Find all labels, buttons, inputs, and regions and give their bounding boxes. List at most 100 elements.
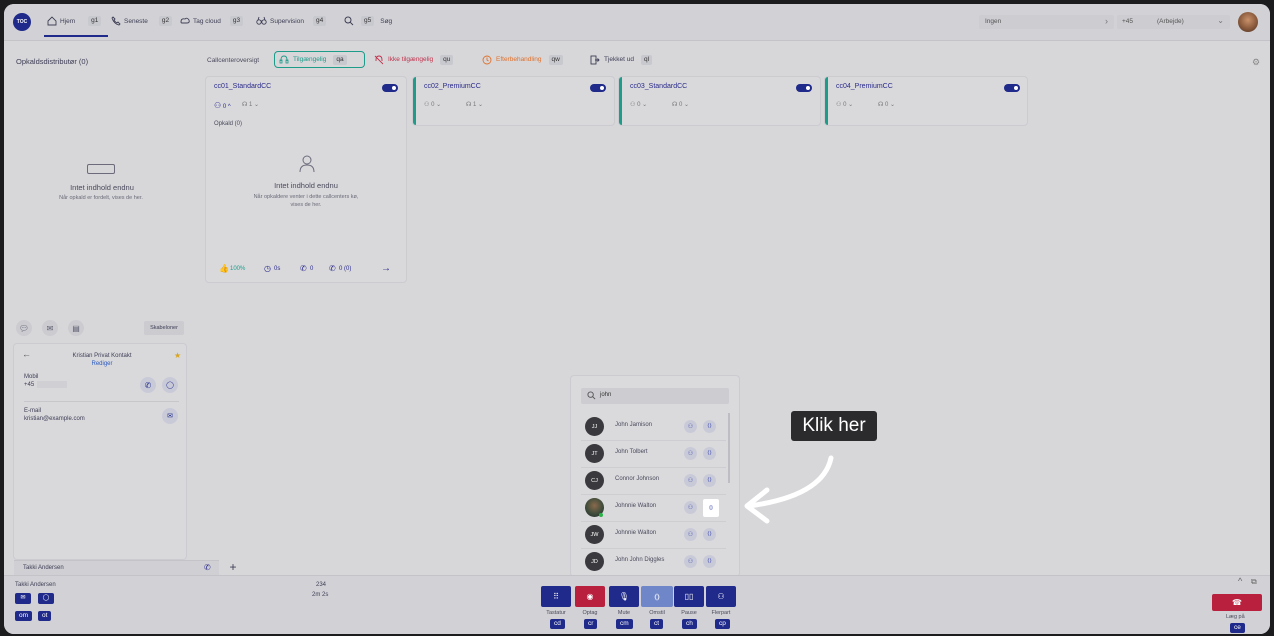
chat-icon: ◯ <box>166 382 174 389</box>
nav-search[interactable]: g5 Søg <box>344 14 392 28</box>
filter-unavailable[interactable]: Ikke tilgængelig qu <box>370 51 473 68</box>
transfer-blind-button[interactable]: ⦅⦆ <box>703 528 716 541</box>
nav-recent[interactable]: Seneste g2 <box>111 14 173 28</box>
collapse-chevron-icon[interactable]: ^ <box>1238 576 1242 586</box>
online-status-dot <box>599 513 603 517</box>
transfer-attended-button[interactable]: ⚇ <box>684 447 697 460</box>
transfer-attended-button[interactable]: ⚇ <box>684 501 697 514</box>
callcenter-card[interactable]: cc01_StandardCC ⚇ 0 ^ ☊ 1 ⌄ Opkald (0) I… <box>206 77 406 282</box>
status-select[interactable]: Ingen › <box>979 15 1114 29</box>
shortcut-key: cp <box>715 619 730 629</box>
callcenter-name: cc04_PremiumCC <box>836 83 893 90</box>
transfer-label: Omstil <box>649 610 665 616</box>
person-transfer-icon: ⚇ <box>687 478 694 484</box>
user-avatar[interactable] <box>1238 12 1258 32</box>
person-icon: ⚇ <box>630 102 636 108</box>
person-transfer-icon: ⚇ <box>687 424 694 430</box>
record-icon: ◉ <box>586 592 594 601</box>
transfer-icon: ⦅⦆ <box>707 558 712 564</box>
nav-supervision[interactable]: Supervision g4 <box>256 14 327 28</box>
filter-available[interactable]: Tilgængelig qa <box>274 51 365 68</box>
filter-checked-out[interactable]: Tjekket ud ql <box>586 51 674 68</box>
list-item[interactable]: JT John Tolbert ⚇ ⦅⦆ <box>581 440 726 468</box>
transfer-attended-button[interactable]: ⚇ <box>684 555 697 568</box>
callcenter-card[interactable]: cc03_StandardCC ⚇ 0 ⌄ ☊ 0 ⌄ <box>619 77 820 125</box>
home-icon <box>47 16 57 26</box>
transfer-blind-button[interactable]: ⦅⦆ <box>703 420 716 433</box>
templates-button[interactable]: Skabeloner <box>144 321 184 335</box>
search-scrollbar[interactable] <box>728 413 730 483</box>
callcenter-toggle[interactable] <box>382 84 398 92</box>
hangup-button[interactable]: ☎ <box>1212 594 1262 611</box>
contact-name: Johnnie Walton <box>615 530 657 536</box>
mute-button[interactable]: 🎙︎ <box>609 586 639 607</box>
favorite-star-icon[interactable]: ★ <box>174 351 181 360</box>
transfer-blind-button[interactable]: ⦅⦆ <box>703 447 716 460</box>
call-mobile-button[interactable]: ✆ <box>140 377 156 393</box>
person-icon: ⚇ <box>836 102 842 108</box>
agents-count-value: 0 <box>431 102 435 108</box>
shortcut-key: g4 <box>312 16 327 26</box>
callcenter-card[interactable]: cc02_PremiumCC ⚇ 0 ⌄ ☊ 1 ⌄ <box>413 77 614 125</box>
list-item[interactable]: Johnnie Walton ⚇ ⦅⦆ <box>581 494 726 522</box>
hangup-icon: ☎ <box>1232 598 1242 607</box>
person-transfer-icon: ⚇ <box>687 451 694 457</box>
chat-button[interactable]: 💬︎ <box>16 320 32 336</box>
person-transfer-icon: ⚇ <box>687 505 694 511</box>
callcenter-toggle[interactable] <box>1004 84 1020 92</box>
send-email-button[interactable]: ✉ <box>162 408 178 424</box>
headset-icon: ☊ <box>878 102 884 108</box>
filter-aftercall[interactable]: Efterbehandling qw <box>478 51 581 68</box>
queue-empty-title: Intet indhold endnu <box>274 181 338 190</box>
transfer-attended-button[interactable]: ⚇ <box>684 474 697 487</box>
status-select-value: Ingen <box>985 18 1002 25</box>
nav-home[interactable]: Hjem g1 <box>47 14 102 28</box>
transfer-icon: ⦅⦆ <box>709 504 713 511</box>
conference-button[interactable]: ⚇ <box>706 586 736 607</box>
transfer-blind-button[interactable]: ⦅⦆ <box>703 555 716 568</box>
transfer-button[interactable]: ⦅⦆ <box>641 586 673 607</box>
message-mobile-button[interactable]: ◯ <box>162 377 178 393</box>
callcenter-toggle[interactable] <box>590 84 606 92</box>
missed-call-icon: ✆ <box>329 264 336 273</box>
search-query: john <box>600 392 612 398</box>
back-arrow-icon[interactable]: ← <box>22 349 31 359</box>
list-item[interactable]: JW Johnnie Walton ⚇ ⦅⦆ <box>581 521 726 549</box>
waiting-count: ☊ 1 ⌄ <box>242 102 260 108</box>
list-item[interactable]: JD John John Diggles ⚇ ⦅⦆ <box>581 548 726 575</box>
search-input[interactable]: john <box>581 388 729 404</box>
arrow-right-icon[interactable]: → <box>381 263 391 274</box>
callcenter-toggle[interactable] <box>796 84 812 92</box>
search-panel: john JJ John Jamison ⚇ ⦅⦆ JT John Tolber… <box>571 376 739 576</box>
settings-icon[interactable]: ⚙ <box>1252 57 1260 68</box>
chevron-down-icon: ⌄ <box>1217 16 1224 25</box>
list-item[interactable]: JJ John Jamison ⚇ ⦅⦆ <box>581 413 726 441</box>
sms-button[interactable]: ▤ <box>68 320 84 336</box>
caller-email-button[interactable]: ✉ <box>15 593 31 604</box>
transfer-blind-button-highlighted[interactable]: ⦅⦆ <box>703 499 719 517</box>
caller-chat-button[interactable]: ◯ <box>38 593 54 604</box>
transfer-attended-button[interactable]: ⚇ <box>684 528 697 541</box>
search-icon <box>587 391 596 400</box>
new-call-tab-button[interactable]: + <box>222 559 244 575</box>
keypad-button[interactable]: ⠿ <box>541 586 571 607</box>
contact-edit-link[interactable]: Rediger <box>54 361 150 367</box>
pause-button[interactable]: ▯▯ <box>674 586 704 607</box>
list-item[interactable]: CJ Connor Johnson ⚇ ⦅⦆ <box>581 467 726 495</box>
transfer-icon: ⦅⦆ <box>707 477 712 483</box>
logo[interactable]: TOC <box>13 13 31 31</box>
nav-tag-cloud[interactable]: Tag cloud g3 <box>180 14 244 28</box>
contact-name: Johnnie Walton <box>615 503 657 509</box>
clock-icon: ◷ <box>264 264 271 273</box>
distributor-empty-text: Når opkald er fordelt, vises de her. <box>59 195 143 201</box>
call-tab[interactable]: Takki Andersen ✆ <box>14 560 219 576</box>
popout-icon[interactable]: ⧉ <box>1251 577 1257 587</box>
email-button[interactable]: ✉ <box>42 320 58 336</box>
callcenter-card[interactable]: cc04_PremiumCC ⚇ 0 ⌄ ☊ 0 ⌄ <box>825 77 1027 125</box>
stat-missed: 0 (0) <box>339 266 352 272</box>
empty-box-icon <box>87 164 115 174</box>
record-button[interactable]: ◉ <box>575 586 605 607</box>
transfer-attended-button[interactable]: ⚇ <box>684 420 697 433</box>
transfer-blind-button[interactable]: ⦅⦆ <box>703 474 716 487</box>
phone-number-select[interactable]: +45 (Arbejde) ⌄ <box>1117 15 1230 29</box>
